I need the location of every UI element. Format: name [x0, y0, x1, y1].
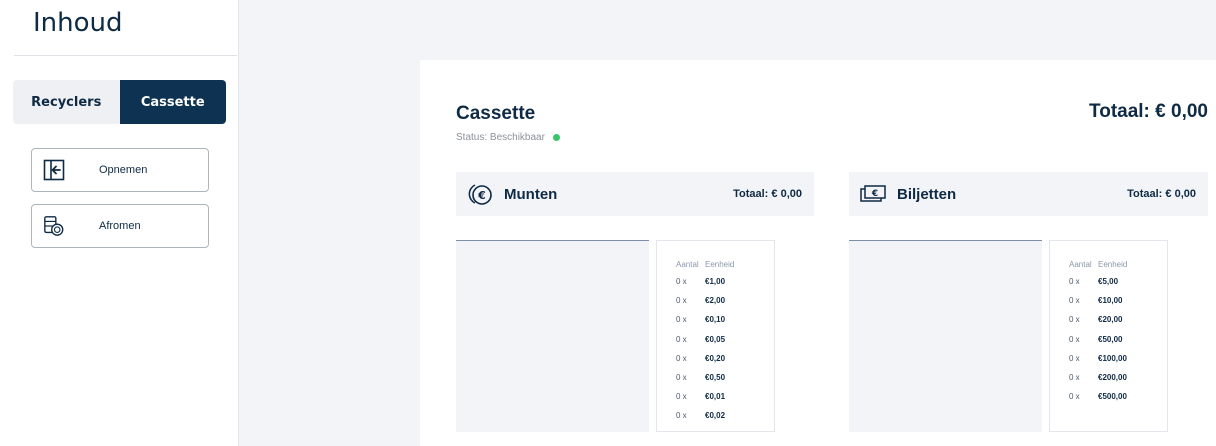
row-qty: 0 x: [676, 392, 687, 402]
tab-cassette[interactable]: Cassette: [119, 80, 226, 124]
row-unit: €0,50: [705, 373, 726, 383]
row-unit: €200,00: [1098, 373, 1127, 383]
status-text: Status: Beschikbaar: [456, 132, 545, 143]
row-unit: €0,20: [705, 353, 726, 363]
row-unit: €0,05: [705, 334, 726, 344]
table-row: 0 x €50,00: [1050, 330, 1167, 349]
row-unit: €0,10: [705, 315, 726, 325]
col-aantal: Aantal: [676, 260, 699, 269]
table-row: 0 x €0,02: [657, 406, 774, 425]
row-unit: €5,00: [1098, 277, 1119, 287]
row-qty: 0 x: [676, 315, 687, 325]
row-unit: €2,00: [705, 296, 726, 306]
row-qty: 0 x: [1069, 392, 1080, 402]
table-row: 0 x €0,50: [657, 368, 774, 387]
chart-area-munten: [456, 240, 649, 432]
denomination-table-biljetten: Aantal Eenheid 0 x €5,00 0 x €10,00 0 x €20…: [1049, 240, 1168, 432]
row-unit: €20,00: [1098, 315, 1123, 325]
denomination-table-munten: Aantal Eenheid 0 x €1,00 0 x €2,00 0 x €0,1…: [656, 240, 775, 432]
row-unit: €50,00: [1098, 334, 1123, 344]
col-eenheid: Eenheid: [1098, 260, 1128, 269]
row-qty: 0 x: [1069, 315, 1080, 325]
row-qty: 0 x: [1069, 334, 1080, 344]
cassette-panel: Cassette Status: Beschikbaar Totaal: € 0…: [420, 60, 1216, 446]
denomination-header: Aantal Eenheid: [657, 260, 774, 272]
table-row: 0 x €10,00: [1050, 291, 1167, 310]
status-dot: [552, 134, 560, 141]
section-total-munten: Totaal: € 0,00: [733, 188, 802, 200]
table-row: 0 x €100,00: [1050, 349, 1167, 368]
row-qty: 0 x: [676, 296, 687, 306]
section-header-munten: € Munten Totaal: € 0,00: [456, 172, 814, 216]
table-row: 0 x €20,00: [1050, 310, 1167, 329]
table-row: 0 x €500,00: [1050, 387, 1167, 406]
table-row: 0 x €5,00: [1050, 272, 1167, 291]
col-eenheid: Eenheid: [705, 260, 735, 269]
afromen-label: Afromen: [99, 220, 141, 232]
row-qty: 0 x: [1069, 353, 1080, 363]
coin-euro-icon: €: [466, 180, 494, 208]
tab-recyclers[interactable]: Recyclers: [13, 80, 120, 124]
table-row: 0 x €0,20: [657, 349, 774, 368]
status: Status: Beschikbaar: [456, 132, 560, 143]
row-unit: €100,00: [1098, 353, 1127, 363]
banknote-euro-icon: €: [859, 180, 887, 208]
row-qty: 0 x: [1069, 277, 1080, 287]
table-row: 0 x €0,05: [657, 330, 774, 349]
section-title-munten: Munten: [504, 185, 558, 203]
panel-total: Totaal: € 0,00: [1089, 101, 1208, 122]
sidebar: Inhoud Recyclers Cassette Opnemen Afrome…: [0, 0, 239, 446]
table-row: 0 x €200,00: [1050, 368, 1167, 387]
svg-text:€: €: [871, 189, 878, 199]
row-qty: 0 x: [676, 353, 687, 363]
row-unit: €1,00: [705, 277, 726, 287]
svg-text:€: €: [477, 189, 486, 202]
row-qty: 0 x: [676, 411, 687, 421]
denomination-header: Aantal Eenheid: [1050, 260, 1167, 272]
sidebar-title: Inhoud: [33, 8, 123, 38]
view-switch: Recyclers Cassette: [13, 80, 226, 124]
section-header-biljetten: € Biljetten Totaal: € 0,00: [849, 172, 1208, 216]
row-qty: 0 x: [1069, 296, 1080, 306]
row-qty: 0 x: [1069, 373, 1080, 383]
opnemen-button[interactable]: Opnemen: [31, 148, 209, 192]
table-row: 0 x €0,01: [657, 387, 774, 406]
row-unit: €0,01: [705, 392, 726, 402]
row-unit: €0,02: [705, 411, 726, 421]
enter-arrow-icon: [43, 159, 65, 181]
row-qty: 0 x: [676, 373, 687, 383]
table-row: 0 x €2,00: [657, 291, 774, 310]
chart-area-biljetten: [849, 240, 1042, 432]
row-unit: €500,00: [1098, 392, 1127, 402]
row-qty: 0 x: [676, 277, 687, 287]
row-unit: €10,00: [1098, 296, 1123, 306]
table-row: 0 x €1,00: [657, 272, 774, 291]
afromen-button[interactable]: Afromen: [31, 204, 209, 248]
panel-title: Cassette: [456, 103, 536, 124]
section-total-biljetten: Totaal: € 0,00: [1127, 188, 1196, 200]
sidebar-divider: [14, 55, 237, 56]
section-title-biljetten: Biljetten: [897, 185, 957, 203]
row-qty: 0 x: [676, 334, 687, 344]
opnemen-label: Opnemen: [99, 164, 148, 176]
coin-stack-icon: [43, 215, 65, 237]
col-aantal: Aantal: [1069, 260, 1092, 269]
table-row: 0 x €0,10: [657, 310, 774, 329]
